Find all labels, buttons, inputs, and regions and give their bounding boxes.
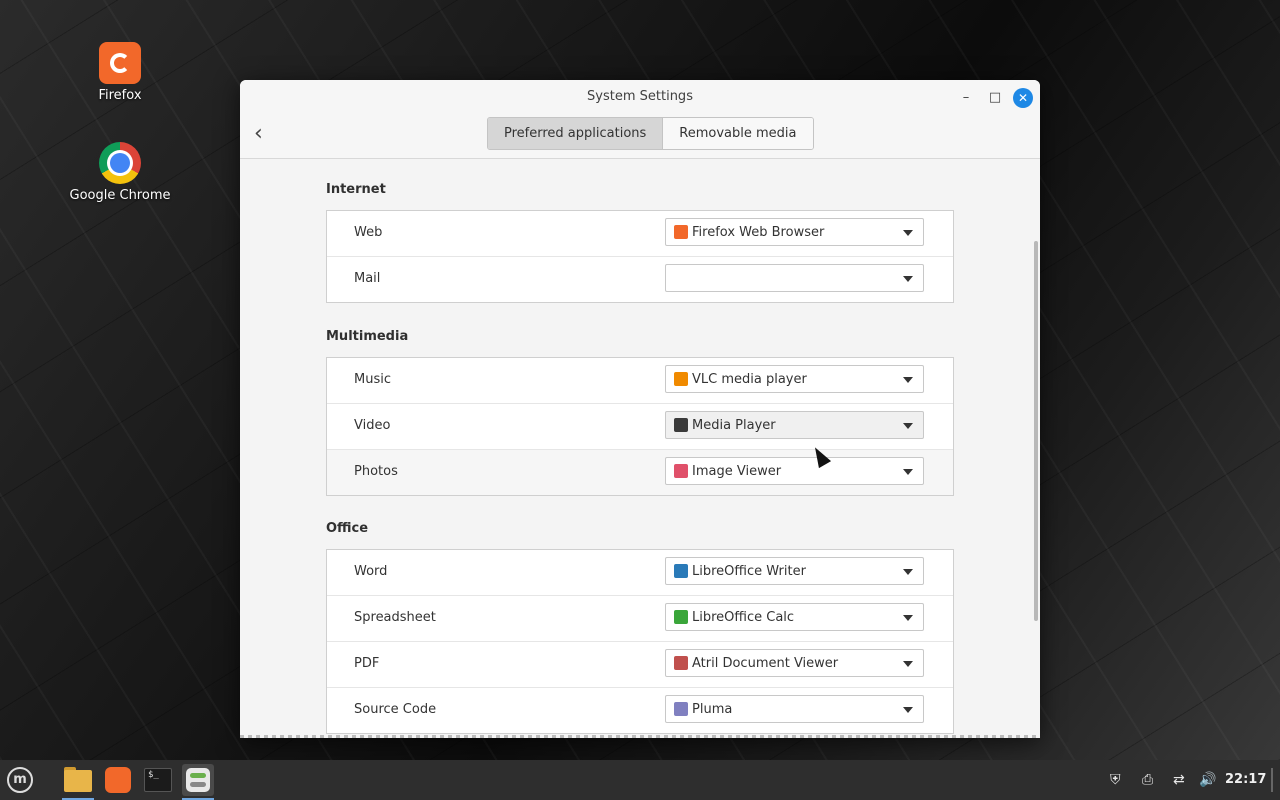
- section-title: Internet: [326, 182, 386, 197]
- chevron-down-icon: [903, 615, 913, 621]
- settings-content: Internet Web Firefox Web Browser Mail Mu…: [240, 159, 1040, 738]
- terminal-launcher[interactable]: $_: [142, 764, 174, 796]
- back-arrow-icon[interactable]: ‹: [254, 122, 274, 146]
- row-label: Source Code: [354, 702, 437, 717]
- row-video: Video Media Player: [327, 403, 953, 449]
- window-titlebar[interactable]: System Settings – □ ✕ ‹ Preferred applic…: [240, 80, 1040, 159]
- section-multimedia: Multimedia Music VLC media player Video …: [326, 329, 954, 496]
- section-office: Office Word LibreOffice Writer Spreadshe…: [326, 521, 954, 734]
- vlc-icon: [674, 372, 688, 386]
- dropdown-value: VLC media player: [692, 372, 807, 387]
- row-label: Music: [354, 372, 391, 387]
- close-button[interactable]: ✕: [1013, 88, 1033, 108]
- settings-list: Music VLC media player Video Media Playe…: [326, 357, 954, 496]
- system-settings-window: System Settings – □ ✕ ‹ Preferred applic…: [240, 80, 1040, 738]
- section-title: Office: [326, 521, 369, 536]
- vertical-scrollbar[interactable]: [1034, 241, 1038, 621]
- settings-list: Word LibreOffice Writer Spreadsheet Libr…: [326, 549, 954, 734]
- clock[interactable]: 22:17: [1225, 772, 1266, 787]
- shield-icon[interactable]: ⛨: [1110, 772, 1121, 788]
- dropdown-value: Media Player: [692, 418, 776, 433]
- minimize-button[interactable]: –: [956, 88, 976, 108]
- tab-switcher: Preferred applications Removable media: [487, 117, 814, 150]
- chevron-down-icon: [903, 230, 913, 236]
- settings-list: Web Firefox Web Browser Mail: [326, 210, 954, 303]
- menu-button[interactable]: m: [4, 764, 36, 796]
- word-app-dropdown[interactable]: LibreOffice Writer: [665, 557, 924, 585]
- row-label: Photos: [354, 464, 398, 479]
- network-icon[interactable]: ⇄: [1173, 772, 1185, 788]
- row-photos: Photos Image Viewer: [327, 449, 953, 495]
- system-settings-launcher[interactable]: [182, 764, 214, 800]
- spreadsheet-app-dropdown[interactable]: LibreOffice Calc: [665, 603, 924, 631]
- desktop-icon-label: Firefox: [98, 88, 142, 103]
- dropdown-value: Image Viewer: [692, 464, 782, 479]
- row-music: Music VLC media player: [327, 358, 953, 403]
- row-label: Mail: [354, 271, 381, 286]
- chrome-icon: [99, 142, 141, 184]
- firefox-launcher[interactable]: [102, 764, 134, 796]
- row-mail: Mail: [327, 256, 953, 302]
- dropdown-value: Firefox Web Browser: [692, 225, 825, 240]
- chevron-down-icon: [903, 276, 913, 282]
- mail-app-dropdown[interactable]: [665, 264, 924, 292]
- pluma-icon: [674, 702, 688, 716]
- row-label: Video: [354, 418, 391, 433]
- video-app-dropdown[interactable]: Media Player: [665, 411, 924, 439]
- dropdown-value: Atril Document Viewer: [692, 656, 839, 671]
- chevron-down-icon: [903, 423, 913, 429]
- section-internet: Internet Web Firefox Web Browser Mail: [326, 182, 954, 303]
- dropdown-value: Pluma: [692, 702, 733, 717]
- source-code-app-dropdown[interactable]: Pluma: [665, 695, 924, 723]
- printer-icon[interactable]: ⎙: [1142, 772, 1153, 788]
- firefox-icon: [105, 767, 131, 793]
- writer-icon: [674, 564, 688, 578]
- photos-app-dropdown[interactable]: Image Viewer: [665, 457, 924, 485]
- atril-icon: [674, 656, 688, 670]
- settings-toggle-icon: [186, 768, 210, 792]
- desktop-icon-firefox[interactable]: Firefox: [65, 42, 175, 103]
- volume-icon[interactable]: 🔊: [1199, 772, 1216, 788]
- maximize-button[interactable]: □: [985, 88, 1005, 108]
- row-spreadsheet: Spreadsheet LibreOffice Calc: [327, 595, 953, 641]
- row-pdf: PDF Atril Document Viewer: [327, 641, 953, 687]
- scroll-edge-indicator: [240, 735, 1040, 738]
- music-app-dropdown[interactable]: VLC media player: [665, 365, 924, 393]
- desktop-icon-chrome[interactable]: Google Chrome: [65, 142, 175, 203]
- chevron-down-icon: [903, 377, 913, 383]
- tab-removable-media[interactable]: Removable media: [663, 118, 813, 149]
- firefox-icon: [99, 42, 141, 84]
- media-player-icon: [674, 418, 688, 432]
- terminal-icon: $_: [144, 768, 172, 792]
- chevron-down-icon: [903, 469, 913, 475]
- row-label: Spreadsheet: [354, 610, 436, 625]
- tab-preferred-applications[interactable]: Preferred applications: [488, 118, 664, 149]
- chevron-down-icon: [903, 569, 913, 575]
- row-label: Web: [354, 225, 383, 240]
- row-label: Word: [354, 564, 388, 579]
- calc-icon: [674, 610, 688, 624]
- web-app-dropdown[interactable]: Firefox Web Browser: [665, 218, 924, 246]
- row-word: Word LibreOffice Writer: [327, 550, 953, 595]
- show-desktop-button[interactable]: [1271, 768, 1273, 792]
- row-web: Web Firefox Web Browser: [327, 211, 953, 256]
- chevron-down-icon: [903, 707, 913, 713]
- window-title: System Settings: [587, 89, 693, 104]
- dropdown-value: LibreOffice Writer: [692, 564, 806, 579]
- desktop-icon-label: Google Chrome: [69, 188, 171, 203]
- chevron-down-icon: [903, 661, 913, 667]
- firefox-icon: [674, 225, 688, 239]
- taskbar: m $_ ⛨ ⎙ ⇄ 🔊 22:17: [0, 760, 1280, 800]
- section-title: Multimedia: [326, 329, 409, 344]
- row-source-code: Source Code Pluma: [327, 687, 953, 733]
- row-label: PDF: [354, 656, 380, 671]
- mint-logo-icon: m: [7, 767, 33, 793]
- image-viewer-icon: [674, 464, 688, 478]
- files-launcher[interactable]: [62, 764, 94, 800]
- dropdown-value: LibreOffice Calc: [692, 610, 795, 625]
- pdf-app-dropdown[interactable]: Atril Document Viewer: [665, 649, 924, 677]
